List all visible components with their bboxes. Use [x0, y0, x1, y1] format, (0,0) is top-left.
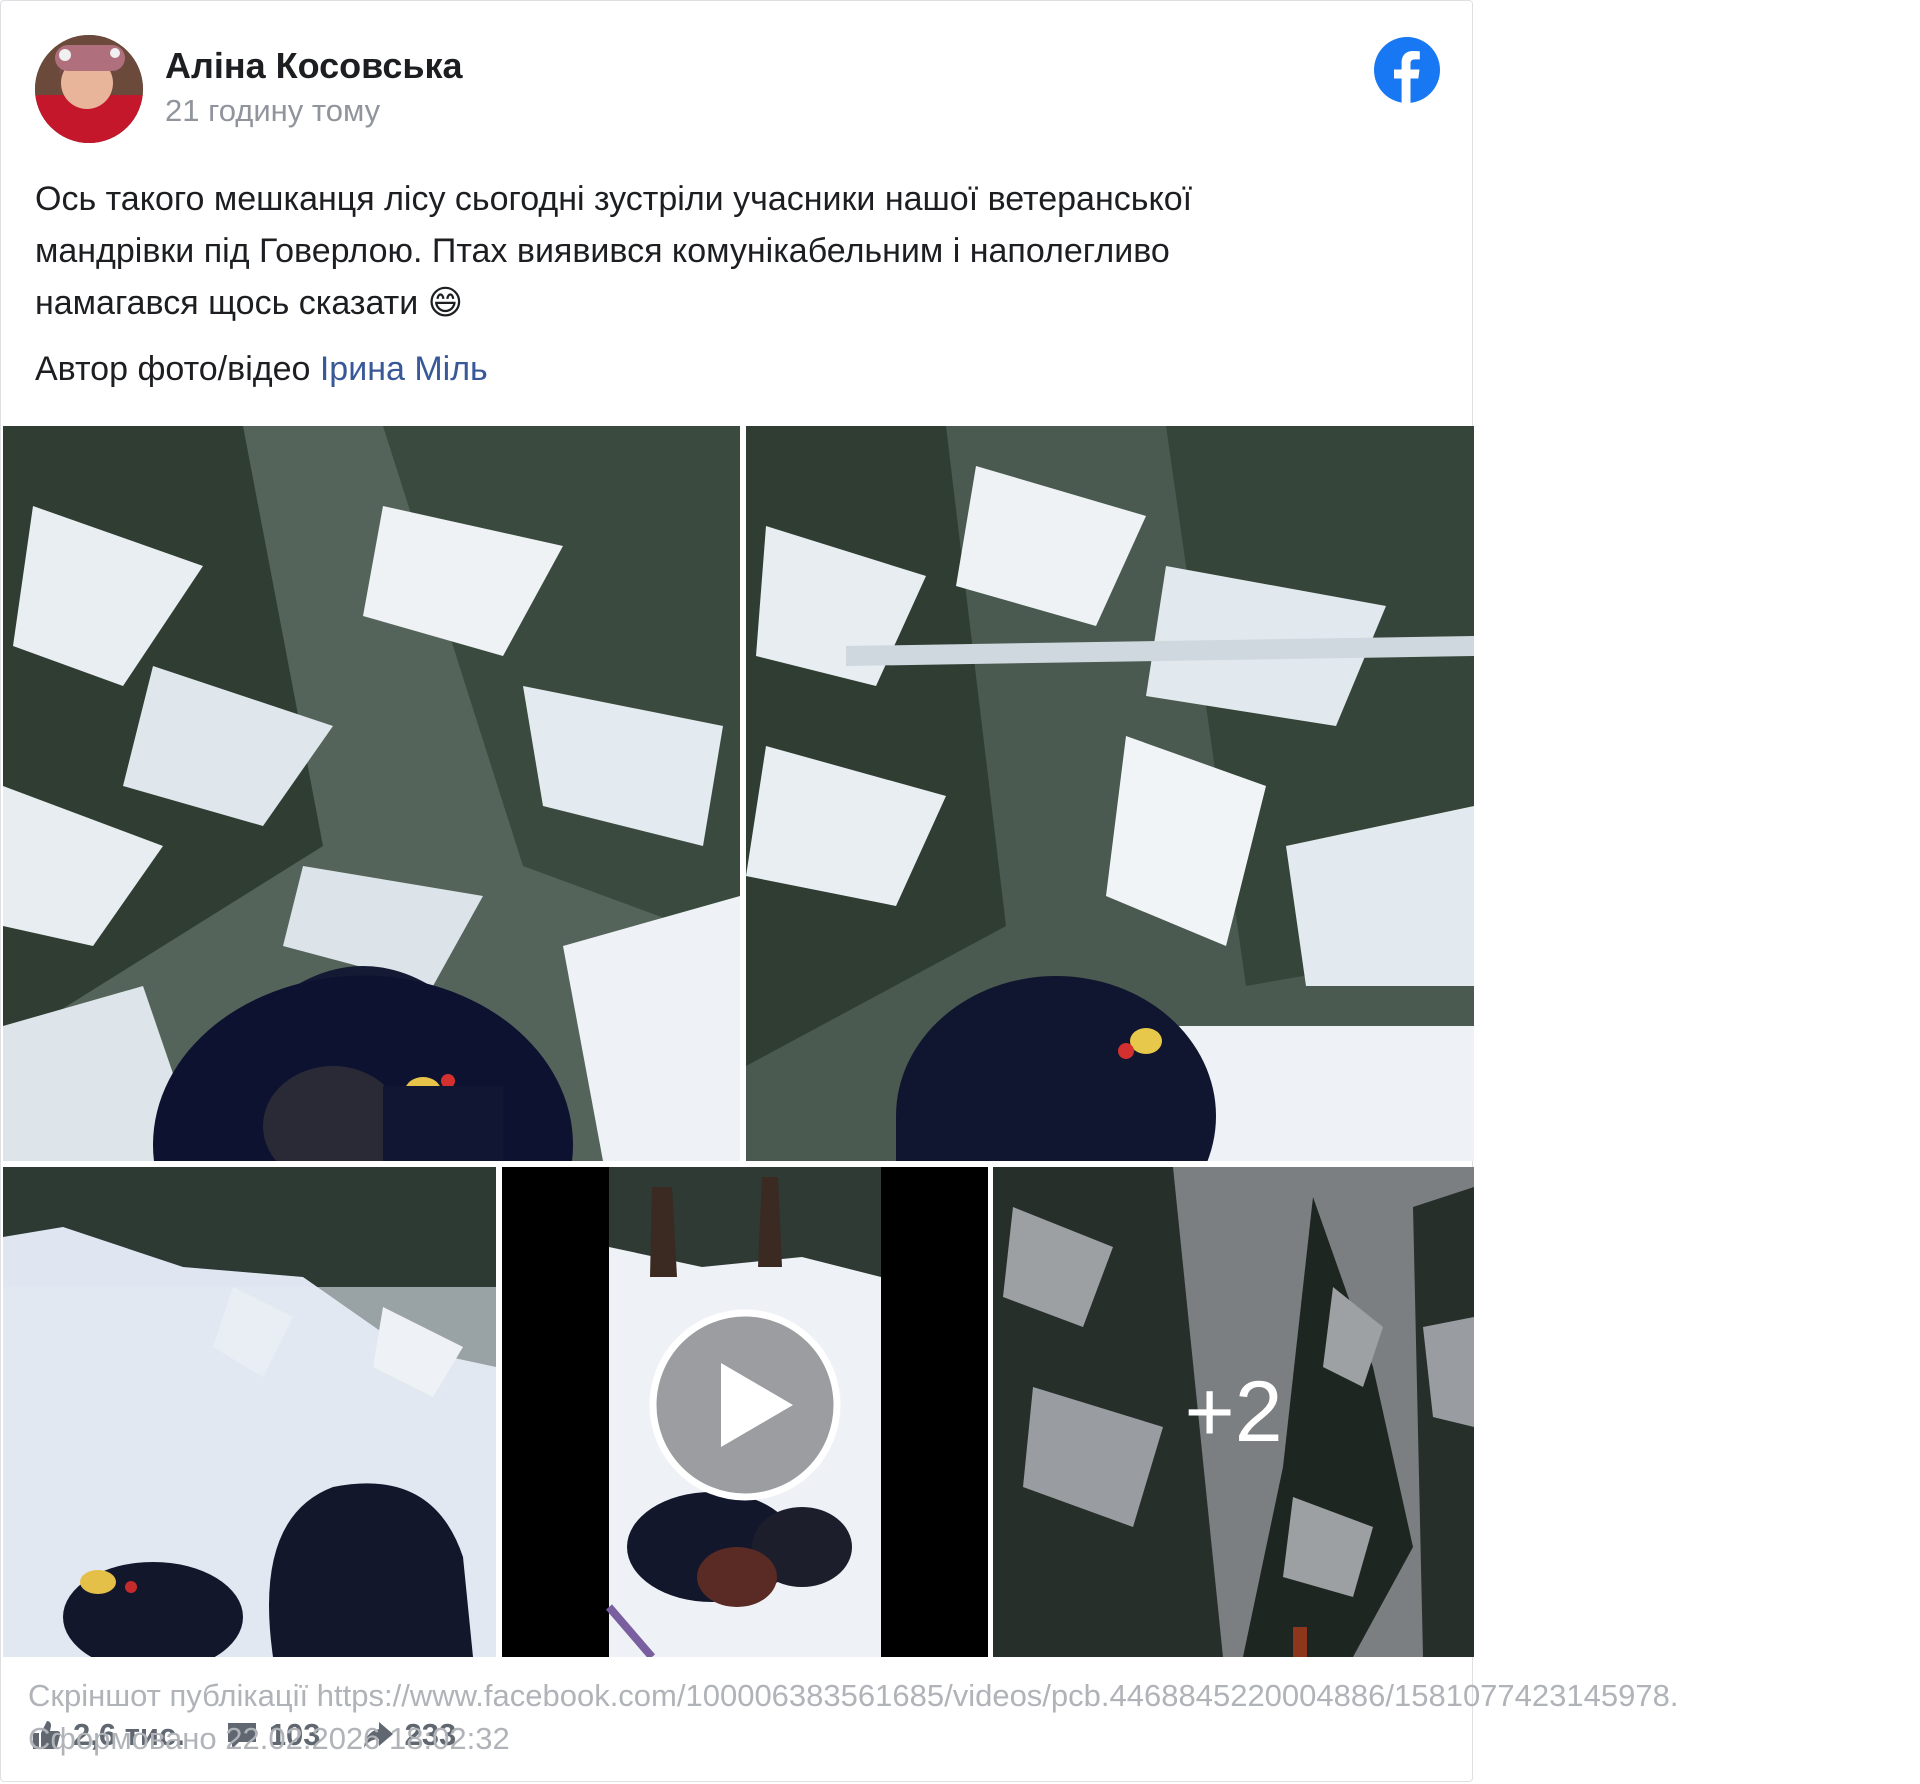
video-tile[interactable]: [502, 1167, 988, 1657]
photo-tile-1[interactable]: [3, 426, 740, 1161]
photo-tile-2[interactable]: [746, 426, 1474, 1161]
photo-credit: Автор фото/відео Ірина Міль: [35, 343, 488, 395]
avatar[interactable]: [35, 35, 143, 143]
screenshot-source-note: Скріншот публікації https://www.facebook…: [28, 1678, 1679, 1713]
credit-label: Автор фото/відео: [35, 350, 311, 388]
facebook-logo-icon[interactable]: [1374, 37, 1440, 103]
generated-timestamp: Сформовано 22.02.2026 18:02:32: [28, 1721, 510, 1756]
credit-author-link[interactable]: Ірина Міль: [320, 350, 488, 388]
facebook-post-card: Аліна Косовська 21 годину тому Ось таког…: [0, 0, 1474, 1782]
play-icon[interactable]: [647, 1307, 843, 1503]
photo-tile-more[interactable]: +2: [993, 1167, 1474, 1657]
author-name[interactable]: Аліна Косовська: [165, 45, 463, 87]
photo-tile-3[interactable]: [3, 1167, 496, 1657]
post-timestamp[interactable]: 21 годину тому: [165, 93, 380, 129]
more-photos-count[interactable]: +2: [993, 1167, 1474, 1657]
post-text: Ось такого мешканця лісу сьогодні зустрі…: [35, 180, 1193, 322]
